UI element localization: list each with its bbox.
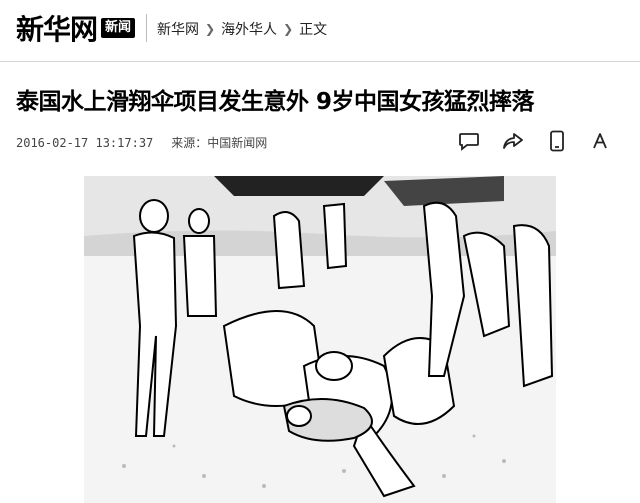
mobile-icon[interactable] [544,128,570,154]
article-source: 来源：中国新闻网 [171,136,268,150]
breadcrumb-current: 正文 [299,22,328,38]
article-photo [84,176,556,503]
share-icon[interactable] [500,128,526,154]
chevron-right-icon: ❯ [283,22,294,36]
article-datetime: 2016-02-17 13:17:37 [16,135,154,150]
breadcrumb-overseas[interactable]: 海外华人 [221,19,277,39]
site-header: 新华网 新闻 新华网 ❯ 海外华人 ❯ 正文 [0,0,640,62]
logo-badge: 新闻 [101,18,136,38]
header-divider [146,14,147,42]
beach-scene-image [84,176,556,503]
chevron-right-icon: ❯ [205,22,216,36]
logo-text: 新华网 [16,13,98,46]
font-size-icon[interactable] [588,128,614,154]
comment-icon[interactable] [456,128,482,154]
xinhua-logo[interactable]: 新华网 新闻 [16,10,136,46]
breadcrumb: 新华网 ❯ 海外华人 ❯ 正文 [157,19,327,39]
article-title: 泰国水上滑翔伞项目发生意外 9岁中国女孩猛烈摔落 [16,89,535,115]
breadcrumb-home[interactable]: 新华网 [157,19,199,39]
article-actions [456,128,614,154]
article-meta: 2016-02-17 13:17:37 来源：中国新闻网 [16,134,267,151]
